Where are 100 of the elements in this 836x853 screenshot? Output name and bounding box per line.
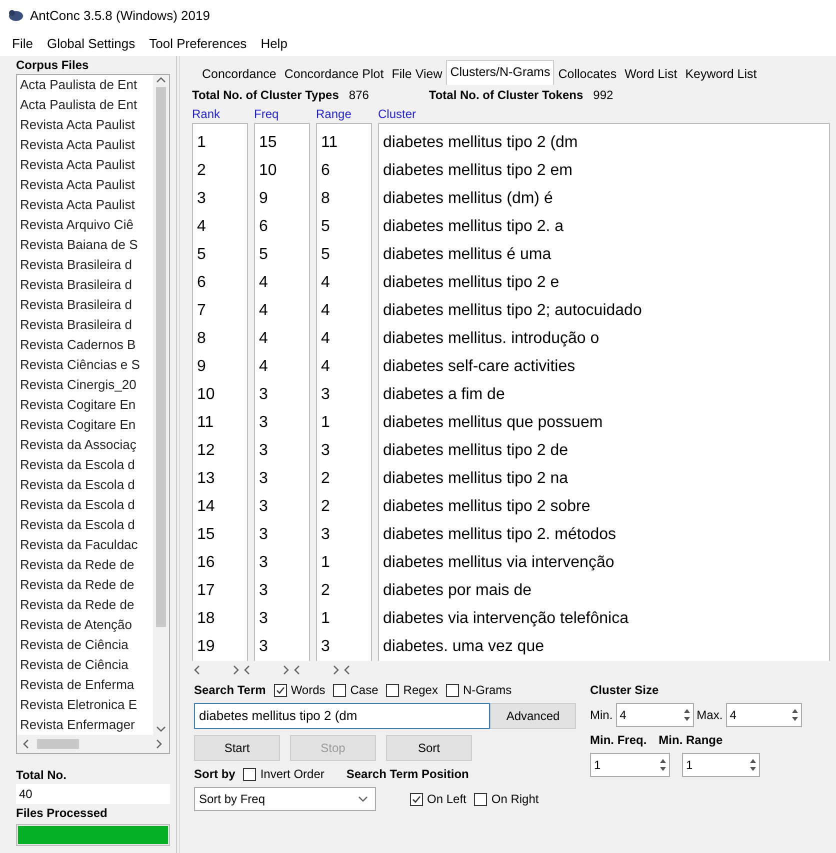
checkbox[interactable] [386, 684, 400, 696]
tab[interactable]: Clusters/N-Grams [446, 60, 554, 85]
corpus-entry[interactable]: Revista Arquivo Ciê [20, 215, 153, 235]
checkbox-label: Regex [403, 683, 438, 697]
column-header[interactable]: Freq [254, 107, 316, 121]
processed-label: Files Processed [16, 806, 108, 820]
table-cell-text: 6 [258, 217, 269, 237]
table-cell-text: 6 [196, 273, 207, 293]
corpus-entry[interactable]: Revista da Escola d [20, 495, 153, 515]
min-label: Min. [590, 708, 613, 722]
table-cell-text: 4 [320, 301, 331, 321]
table-cell-text: 13 [196, 469, 216, 489]
advanced-button[interactable]: Advanced [490, 703, 576, 729]
checkbox[interactable] [243, 768, 256, 780]
corpus-entry[interactable]: Revista da Associaç [20, 435, 153, 455]
sort-dropdown[interactable]: Sort by Freq [194, 787, 376, 811]
table-cell-text: 2 [196, 161, 207, 181]
table-cell-text: 9 [196, 357, 207, 377]
checkbox-label: Invert Order [260, 767, 324, 781]
table-cell-text: 11 [320, 133, 339, 153]
menu-item[interactable]: File [12, 36, 33, 50]
max-label: Max. [696, 708, 723, 722]
corpus-entry[interactable]: Revista Cogitare En [20, 395, 153, 415]
checkbox[interactable] [410, 792, 423, 806]
corpus-entry[interactable]: Revista da Rede de [20, 575, 153, 595]
corpus-entry[interactable]: Revista Cogitare En [20, 415, 153, 435]
corpus-entry[interactable]: Acta Paulista de Ent [20, 75, 153, 95]
table-cell-text: diabetes via intervenção telefônica [382, 609, 630, 629]
search-field[interactable]: diabetes mellitus tipo 2 (dm [194, 703, 490, 729]
corpus-entry[interactable]: Revista da Rede de [20, 595, 153, 615]
corpus-entry[interactable]: Revista de Ciência [20, 635, 153, 655]
menu-item[interactable]: Help [260, 36, 288, 50]
corpus-entry[interactable]: Revista Acta Paulist [20, 135, 153, 155]
table-cell-text: diabetes mellitus tipo 2 sobre [382, 497, 592, 517]
corpus-entry[interactable]: Revista de Enferma [20, 675, 153, 695]
corpus-entry[interactable]: Revista de Atenção [20, 615, 153, 635]
total-label: Total No. of Cluster Types [192, 88, 339, 102]
corpus-entry[interactable]: Revista da Rede de [20, 555, 153, 575]
table-cell-text: diabetes mellitus via intervenção [382, 553, 616, 573]
corpus-entry[interactable]: Revista Ciências e S [20, 355, 153, 375]
corpus-entry[interactable]: Acta Paulista de Ent [20, 95, 153, 115]
checkbox[interactable] [474, 792, 488, 806]
window-title: AntConc 3.5.8 (Windows) 2019 [30, 8, 210, 22]
corpus-entry[interactable]: Revista da Escola d [20, 515, 153, 535]
corpus-entry[interactable]: Revista Brasileira d [20, 295, 153, 315]
corpus-entry[interactable]: Revista da Escola d [20, 455, 153, 475]
total-label: Total No. of Cluster Tokens [428, 88, 584, 102]
corpus-entry[interactable]: Revista Brasileira d [20, 255, 153, 275]
table-cell-text: 4 [258, 273, 269, 293]
table-cell-text: diabetes mellitus tipo 2. a [382, 217, 565, 237]
table-cell-text: diabetes mellitus tipo 2 em [382, 161, 574, 181]
menu-item[interactable]: Global Settings [46, 36, 136, 50]
spin-field[interactable]: 4 [726, 703, 802, 727]
column-header[interactable]: Range [316, 107, 378, 121]
table-cell-text: 3 [320, 637, 331, 657]
corpus-entry[interactable]: Revista Acta Paulist [20, 175, 153, 195]
corpus-entry[interactable]: Revista Acta Paulist [20, 115, 153, 135]
total-value: 876 [348, 88, 370, 102]
corpus-entry[interactable]: Revista Enfermager [20, 715, 153, 735]
corpus-entry[interactable]: Revista Acta Paulist [20, 195, 153, 215]
corpus-entry[interactable]: Revista da Escola d [20, 475, 153, 495]
position-label: Search Term Position [346, 767, 469, 781]
total-value: 992 [592, 88, 614, 102]
table-cell-text: 10 [258, 161, 278, 181]
menu-item[interactable]: Tool Preferences [149, 36, 247, 50]
column-header[interactable]: Cluster [378, 107, 836, 121]
corpus-entry[interactable]: Revista Cadernos B [20, 335, 153, 355]
corpus-entry[interactable]: Revista Eletronica E [20, 695, 153, 715]
spin-field[interactable]: 4 [616, 703, 694, 727]
table-cell-text: 2 [320, 469, 331, 489]
action-button[interactable]: Sort [386, 735, 472, 761]
action-button[interactable]: Start [194, 735, 280, 761]
table-cell-text: diabetes mellitus tipo 2. métodos [382, 525, 618, 545]
table-cell-text: diabetes mellitus tipo 2 na [382, 469, 569, 489]
panel-title: Corpus Files [16, 58, 90, 72]
table-cell-text: 16 [196, 553, 216, 573]
corpus-entry[interactable]: Revista Cinergis_20 [20, 375, 153, 395]
table-cell-text: 8 [320, 189, 331, 209]
corpus-entry[interactable]: Revista Baiana de S [20, 235, 153, 255]
corpus-entry[interactable]: Revista Brasileira d [20, 275, 153, 295]
table-cell-text: 1 [320, 413, 331, 433]
checkbox-label: On Right [491, 792, 539, 806]
table-cell-text: 3 [196, 189, 207, 209]
corpus-entry[interactable]: Revista Acta Paulist [20, 155, 153, 175]
table-cell-text: 3 [320, 441, 331, 461]
spin-field[interactable]: 1 [590, 753, 670, 777]
table-cell-text: 4 [320, 357, 331, 377]
table-cell-text: 1 [320, 553, 331, 573]
corpus-entry[interactable]: Revista da Faculdac [20, 535, 153, 555]
column-header[interactable]: Rank [192, 107, 254, 121]
spin-field[interactable]: 1 [682, 753, 760, 777]
checkbox[interactable] [333, 684, 346, 696]
checkbox[interactable] [446, 684, 459, 696]
table-cell-text: diabetes mellitus tipo 2 e [382, 273, 560, 293]
checkbox-label: N-Grams [462, 683, 512, 697]
checkbox[interactable] [274, 684, 287, 696]
table-cell-text: 3 [258, 497, 269, 517]
corpus-entry[interactable]: Revista Brasileira d [20, 315, 153, 335]
corpus-entry[interactable]: Revista de Ciência [20, 655, 153, 675]
checkbox-label: Case [350, 683, 378, 697]
